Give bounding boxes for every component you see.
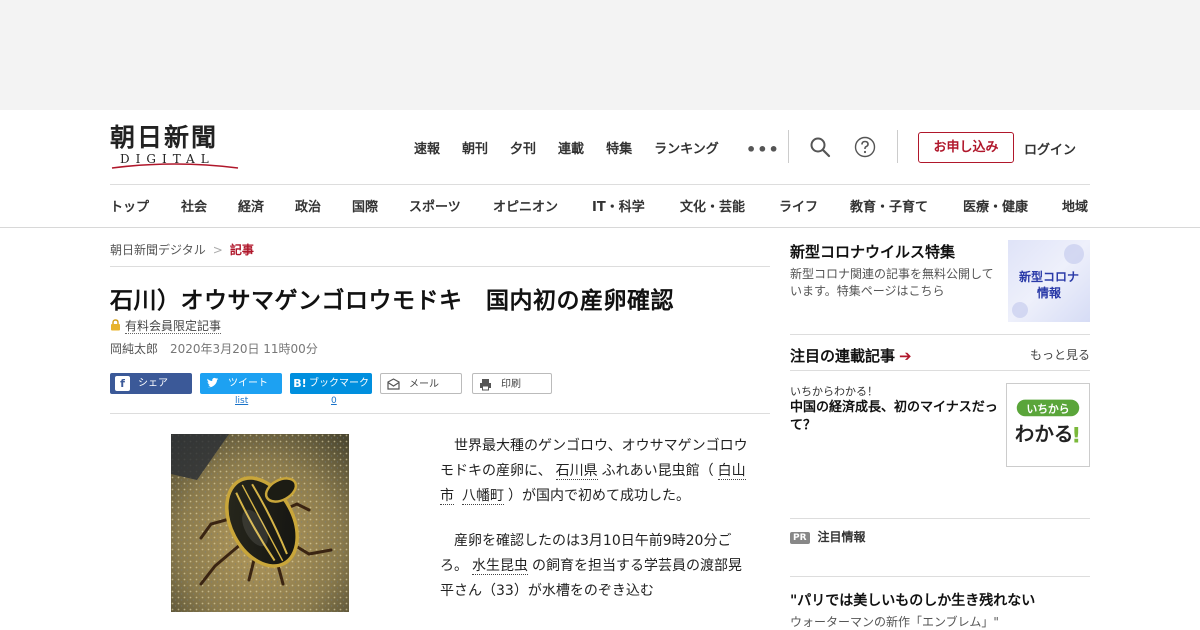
share-divider [110,413,770,414]
series-title-text: 注目の連載記事 [790,347,896,365]
keyword-link-yawata[interactable]: 八幡町 [462,488,504,505]
site-header: 朝日新聞 DIGITAL 速報 朝刊 夕刊 連載 特集 ランキング ••• お申… [0,110,1200,228]
corona-image-text: 新型コロナ [1019,269,1079,284]
ichikara-wakaru-image[interactable]: いちから わかる ! [1006,383,1090,467]
signup-button[interactable]: お申し込み [918,132,1014,163]
breadcrumb-divider [110,266,770,267]
print-icon [480,379,491,391]
facebook-share-label: シェア [138,378,168,389]
topnav-item-choukan[interactable]: 朝刊 [462,138,488,157]
article-paragraph: 世界最大種のゲンゴロウ、オウサマゲンゴロウモドキの産卵に、 石川県 ふれあい昆虫館（… [440,434,752,509]
pr-section-header: PR 注目情報 [790,528,866,545]
catnav-item-top[interactable]: トップ [110,196,149,215]
facebook-icon: f [115,376,130,391]
sidebar-divider [790,370,1090,371]
paragraph-text: ）が国内で初めて成功した。 [508,488,690,504]
corona-feature-image[interactable]: 新型コロナ 情報 [1008,240,1090,322]
breadcrumb-home[interactable]: 朝日新聞デジタル [110,243,206,257]
nav-divider [110,184,1090,185]
lock-icon [111,319,120,331]
header-divider [897,130,898,163]
topnav-item-ranking[interactable]: ランキング [654,138,719,157]
catnav-item-region[interactable]: 地域 [1062,196,1088,215]
keyword-link-aquatic-insects[interactable]: 水生昆虫 [472,558,528,575]
pr-section-label: 注目情報 [817,530,866,544]
promo-headline[interactable]: "パリでは美しいものしか生き残れない [790,590,1035,610]
keyword-link-ishikawa[interactable]: 石川県 [555,463,598,480]
pr-badge: PR [790,532,810,544]
twitter-icon [207,377,219,388]
print-button[interactable]: 印刷 [472,373,552,394]
paid-member-label[interactable]: 有料会員限定記事 [125,319,222,334]
twitter-count[interactable]: list [235,396,248,406]
mail-icon [387,378,400,390]
article-paragraph: 産卵を確認したのは3月10日午前9時20分ごろ。 水生昆虫 の飼育を担当する学芸員の… [440,529,752,604]
paragraph-text: ふれあい昆虫館（ [601,463,714,479]
article-body: 世界最大種のゲンゴロウ、オウサマゲンゴロウモドキの産卵に、 石川県 ふれあい昆虫館（… [440,434,752,624]
ad-banner-area [0,0,1200,110]
hatena-count[interactable]: 0 [331,396,337,406]
wakaru-main-text: わかる [1015,423,1074,446]
search-icon[interactable] [809,136,831,158]
login-link[interactable]: ログイン [1024,139,1076,158]
beetle-photo [171,434,349,612]
wakaru-exclaim-text: ! [1071,424,1081,449]
wakaru-badge-text: いちから [1027,402,1070,415]
topnav-item-yukan[interactable]: 夕刊 [510,138,536,157]
twitter-share-label: ツイート [228,378,268,389]
top-nav: 速報 朝刊 夕刊 連載 特集 ランキング [414,138,741,157]
sidebar-divider [790,334,1090,335]
catnav-item-international[interactable]: 国際 [352,196,378,215]
catnav-item-education[interactable]: 教育・子育て [850,196,928,215]
topnav-item-rensai[interactable]: 連載 [558,138,584,157]
topnav-item-tokushu[interactable]: 特集 [606,138,632,157]
author-name: 岡純太郎 [110,342,159,356]
series-kicker: いちからわかる！ [790,385,878,398]
series-section-title[interactable]: 注目の連載記事 ➔ [790,345,912,366]
print-label: 印刷 [501,379,521,390]
topnav-item-sokuho[interactable]: 速報 [414,138,440,157]
catnav-item-health[interactable]: 医療・健康 [963,196,1028,215]
asahi-logo[interactable]: 朝日新聞 DIGITAL [110,124,240,172]
logo-swoosh-icon [111,163,239,169]
mail-share-label: メール [409,379,439,390]
logo-main-text: 朝日新聞 [110,123,219,152]
catnav-item-sports[interactable]: スポーツ [409,196,461,215]
catnav-item-opinion[interactable]: オピニオン [493,196,558,215]
article-headline: 石川）オウサマゲンゴロウモドキ 国内初の産卵確認 [110,288,674,314]
twitter-share-button[interactable]: ツイート [200,373,282,394]
catnav-item-it-science[interactable]: IT・科学 [592,196,645,215]
corona-feature-text[interactable]: 新型コロナ関連の記事を無料公開しています。特集ページはこちら [790,266,1004,300]
corona-feature-title[interactable]: 新型コロナウイルス特集 [790,241,955,262]
paid-member-badge: 有料会員限定記事 [110,317,222,334]
breadcrumb-current: 記事 [229,243,254,257]
catnav-item-politics[interactable]: 政治 [295,196,321,215]
help-icon[interactable] [854,136,876,158]
breadcrumb-separator: > [212,243,223,257]
sidebar-divider [790,576,1090,577]
hatena-icon: B! [293,377,307,390]
breadcrumb: 朝日新聞デジタル > 記事 [110,241,254,258]
hatena-bookmark-label: ブックマーク [309,378,369,389]
mail-share-button[interactable]: メール [380,373,462,394]
publish-date: 2020年3月20日 11時00分 [170,342,318,356]
byline: 岡純太郎 2020年3月20日 11時00分 [110,340,318,357]
catnav-item-life[interactable]: ライフ [779,196,818,215]
more-menu-button[interactable]: ••• [746,140,780,159]
series-article-headline[interactable]: 中国の経済成長、初のマイナスだって？ [790,399,1002,435]
catnav-item-culture[interactable]: 文化・芸能 [680,196,745,215]
more-series-link[interactable]: もっと見る [1030,346,1090,363]
corona-image-text: 情報 [1037,285,1062,300]
arrow-right-icon: ➔ [899,347,912,365]
catnav-item-economy[interactable]: 経済 [238,196,264,215]
promo-subtext[interactable]: ウォーターマンの新作「エンブレム」" [790,613,999,630]
category-nav: トップ 社会 経済 政治 国際 スポーツ オピニオン IT・科学 文化・芸能 ラ… [110,196,1100,218]
facebook-share-button[interactable]: f シェア [110,373,192,394]
hatena-bookmark-button[interactable]: B! ブックマーク [290,373,372,394]
header-divider [788,130,789,163]
sidebar-divider [790,518,1090,519]
catnav-item-society[interactable]: 社会 [181,196,207,215]
